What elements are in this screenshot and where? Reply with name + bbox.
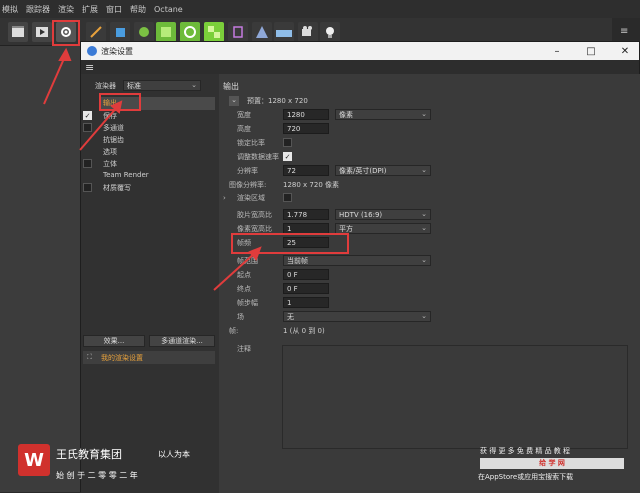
promo-store: 在AppStore或应用宝搜索下载 (478, 473, 574, 481)
arrow-to-fps (213, 251, 257, 291)
promo-badge: 给 学 网 (480, 458, 624, 469)
company-name: 王氏教育集团 (56, 448, 122, 461)
arrow-to-settings (43, 53, 67, 105)
company-motto: 以人为本 (158, 450, 190, 459)
arrow-to-output (79, 105, 119, 151)
company-logo: W (18, 444, 50, 476)
arrowhead-settings (58, 47, 72, 61)
company-tagline: 始 创 于 二 零 零 二 年 (56, 471, 138, 480)
annotation-arrows (43, 47, 262, 291)
promo-text: 获 得 更 多 免 费 精 品 教 程 (480, 447, 571, 455)
